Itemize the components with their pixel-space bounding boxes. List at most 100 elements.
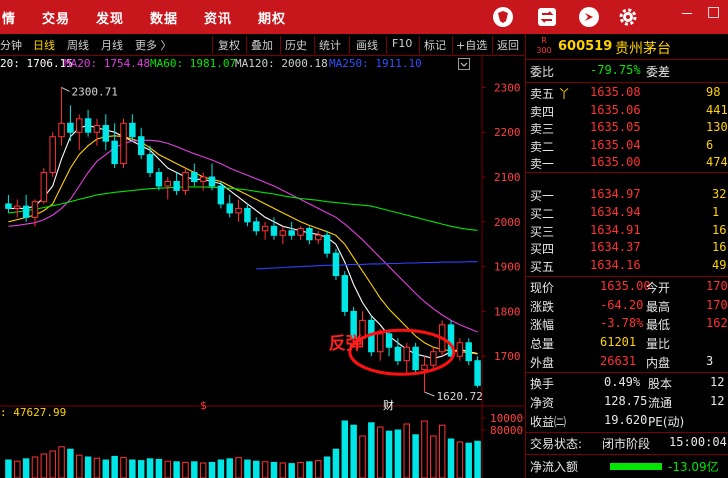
tab-monthly[interactable]: 月线: [101, 37, 123, 53]
candle-body: [226, 203, 233, 214]
ask-row[interactable]: 卖四 1635.06 441: [526, 102, 728, 119]
volume-bar: [102, 459, 110, 478]
chevron-right-icon: 〉: [160, 39, 172, 52]
volume-bar: [146, 458, 154, 478]
volume-bar: [226, 458, 233, 478]
net-inflow-value: -13.09亿: [668, 460, 719, 474]
add-watchlist-button[interactable]: +自选: [456, 37, 487, 53]
menu-item-1[interactable]: 交易: [42, 8, 70, 27]
back-button[interactable]: 返回: [497, 37, 519, 53]
volume-bar: [49, 450, 56, 478]
menu-item-3[interactable]: 数据: [150, 8, 178, 27]
draw-line-button[interactable]: 画线: [356, 37, 378, 53]
menu-item-2[interactable]: 发现: [96, 8, 124, 27]
volume-bar: [129, 459, 136, 478]
f10-button[interactable]: F10: [392, 37, 412, 50]
status-value: 闭市阶段: [602, 437, 651, 451]
candle-body: [217, 185, 225, 205]
ask-label: 卖五: [530, 87, 555, 101]
bid-price: 1634.37: [590, 240, 641, 255]
price-tick-label: 2100: [494, 171, 521, 184]
volume-bar: [438, 424, 446, 478]
stat-label: 股本: [648, 377, 673, 391]
gear-icon[interactable]: [617, 6, 639, 28]
bid-volume: 49: [712, 258, 727, 273]
candle-body: [40, 172, 48, 203]
quote-stat-row: 收益㈡ 19.620 PE(动): [526, 412, 728, 429]
bid-row[interactable]: 买一 1634.97 32: [526, 186, 728, 203]
tab-daily[interactable]: 日线: [33, 37, 55, 53]
menu-item-5[interactable]: 期权: [258, 8, 286, 27]
badge-top: R: [541, 36, 547, 45]
stat-value: 12: [710, 394, 725, 408]
candle-body: [22, 205, 30, 218]
ask-row[interactable]: 卖二 1635.04 6: [526, 137, 728, 154]
bid-row[interactable]: 买五 1634.16 49: [526, 257, 728, 274]
brand-icon[interactable]: [492, 6, 514, 28]
bid-volume: 32: [712, 187, 727, 201]
stat-label: 净资: [530, 396, 555, 410]
bid-row[interactable]: 买四 1634.37 16: [526, 239, 728, 256]
toolbar-divider: [212, 36, 213, 54]
ask-row[interactable]: 卖一 1635.00 474: [526, 154, 728, 171]
volume-bar: [412, 434, 419, 478]
kline-chart-area[interactable]: 20: 1706.15 MA20: 1754.48 MA60: 1981.07 …: [0, 56, 524, 478]
volume-bar: [474, 440, 481, 478]
toolbar-divider: [314, 36, 315, 54]
ask-row[interactable]: 卖三 1635.05 130: [526, 119, 728, 136]
bid-label: 买四: [530, 242, 555, 257]
volume-bar: [235, 457, 242, 478]
volume-bar: [403, 423, 411, 478]
candle-body: [164, 181, 172, 187]
candle-body: [67, 122, 74, 133]
kline-chart[interactable]: 2300 2200 2100 2000 1900 1800 1700 2300.71 1620.…: [0, 56, 524, 478]
candle-body: [376, 333, 384, 353]
menu-item-4[interactable]: 资讯: [204, 8, 232, 27]
menu-item-0[interactable]: 情: [2, 8, 16, 27]
minimize-button[interactable]: －: [680, 4, 694, 24]
tab-more[interactable]: 更多 〉: [135, 37, 172, 53]
arrow-circle-icon[interactable]: [578, 6, 600, 28]
maximize-button[interactable]: □: [707, 4, 720, 20]
stat-value: -3.78%: [600, 316, 644, 331]
volume-bar: [279, 462, 287, 478]
bid-volume: 16: [712, 222, 727, 237]
ask-row[interactable]: 卖五丫 1635.08 98: [526, 84, 728, 101]
candle-body: [129, 122, 136, 138]
adjust-button[interactable]: 复权: [218, 37, 240, 53]
statistics-button[interactable]: 统计: [319, 37, 341, 53]
quote-stat-row: 总量 61201 量比: [526, 334, 728, 351]
price-tick-label: 2200: [494, 126, 521, 139]
stat-value: 12: [710, 375, 725, 389]
overlay-button[interactable]: 叠加: [251, 37, 273, 53]
price-tick-label: 2300: [494, 81, 521, 94]
tab-minute[interactable]: 分钟: [0, 37, 22, 53]
toolbar-divider: [419, 36, 420, 54]
trading-status-row: 交易状态: 闭市阶段 15:00:04: [526, 434, 728, 451]
volume-bar: [314, 460, 322, 478]
candle-body: [385, 333, 393, 348]
stat-value: 26631: [600, 353, 637, 368]
mark-button[interactable]: 标记: [424, 37, 446, 53]
price-tick-label: 1700: [494, 350, 521, 363]
volume-bar: [447, 438, 455, 478]
volume-bar: [191, 461, 198, 478]
dividend-marker: $: [200, 399, 207, 412]
history-button[interactable]: 历史: [285, 37, 307, 53]
price-tick-label: 1800: [494, 305, 521, 318]
settings-swap-icon[interactable]: [536, 6, 558, 28]
bid-row[interactable]: 买二 1634.94 1: [526, 204, 728, 221]
tab-more-label: 更多: [135, 39, 157, 52]
candle-body: [208, 176, 216, 187]
volume-bar: [244, 459, 251, 478]
volume-bar: [368, 422, 375, 478]
toolbar-divider: [280, 36, 281, 54]
volume-bar: [173, 461, 180, 478]
divider: [526, 172, 728, 173]
tab-weekly[interactable]: 周线: [67, 37, 89, 53]
bid-row[interactable]: 买三 1634.91 16: [526, 222, 728, 239]
candle-body: [394, 346, 402, 362]
series-line-ma250: [256, 261, 478, 270]
status-time: 15:00:04: [669, 435, 727, 449]
ask-volume: 6: [706, 137, 714, 152]
